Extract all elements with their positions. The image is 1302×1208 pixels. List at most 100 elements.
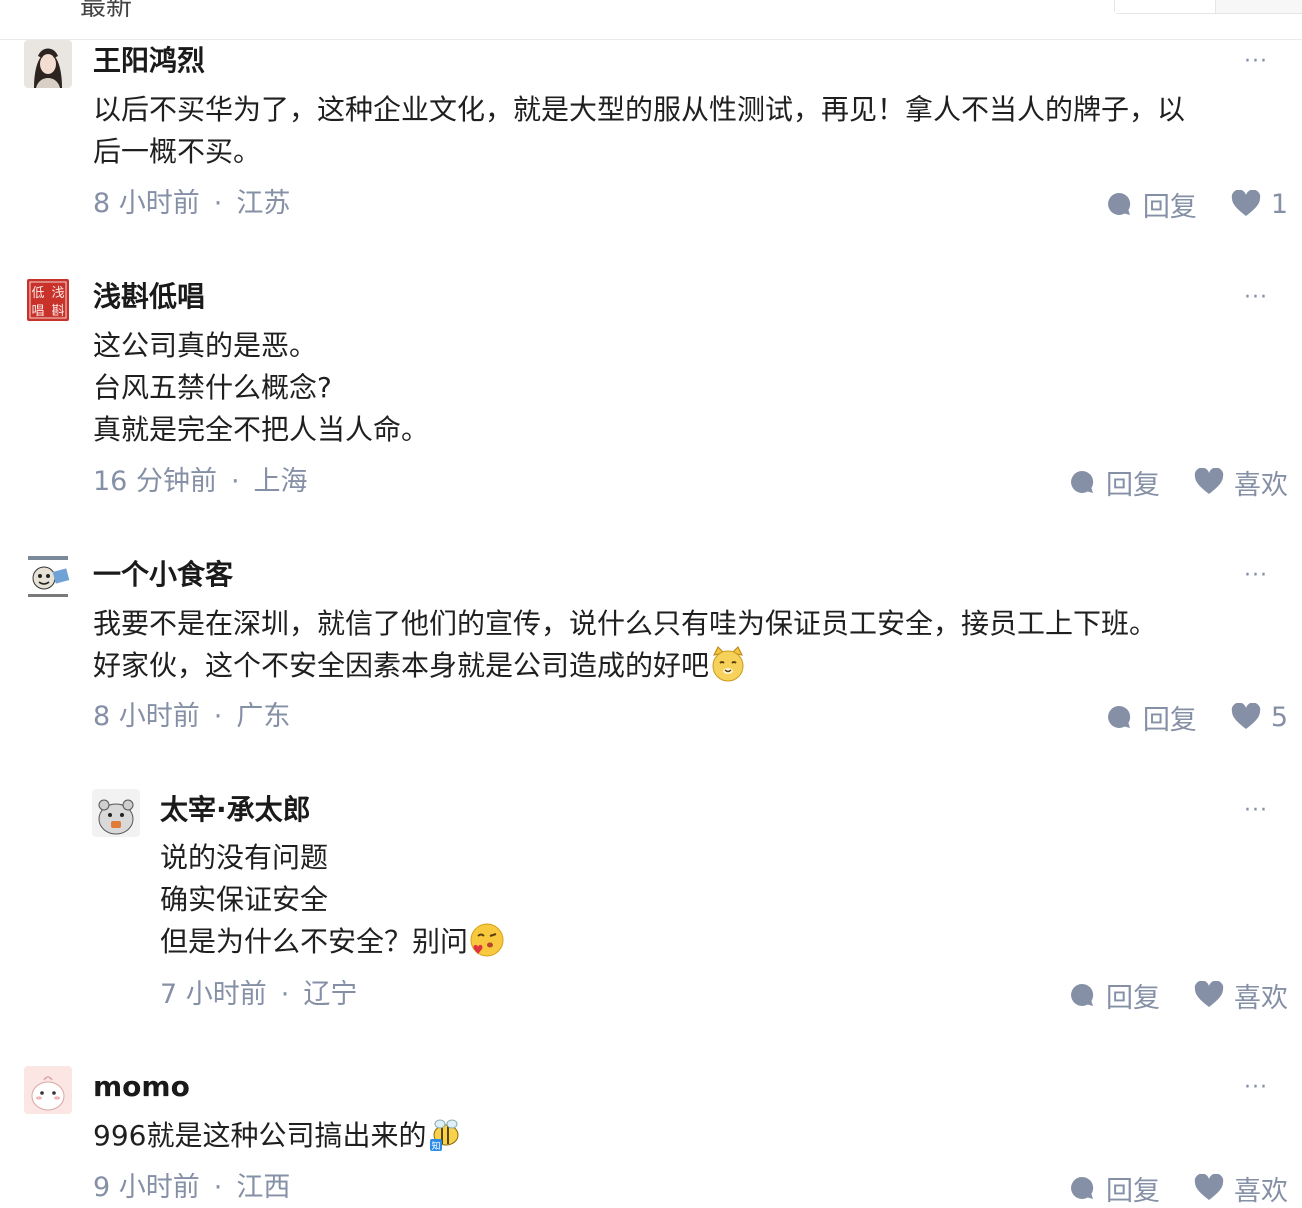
speech-bubble-icon [1071,1176,1094,1199]
like-button[interactable]: 1 [1231,189,1288,220]
like-button[interactable]: 喜欢 [1194,463,1288,502]
heart-icon [1194,1174,1224,1200]
username[interactable]: 太宰·承太郎 [160,792,311,828]
reply-button[interactable]: 回复 [1068,463,1160,502]
cat-emoji-icon [712,646,744,682]
comment-item: 王阳鸿烈 ··· 以后不买华为了，这种企业文化，就是大型的服从性测试，再见！拿人… [0,40,1302,240]
location: 江苏 [236,188,291,219]
avatar[interactable] [24,1066,72,1114]
reply-label: 回复 [1106,469,1160,501]
more-options-icon[interactable]: ··· [1244,287,1268,309]
comment-line: 台风五禁什么概念? [93,371,332,404]
comment-actions: 回复 喜欢 [1068,463,1288,502]
comment-line-text: 好家伙，这个不安全因素本身就是公司造成的好吧 [93,649,710,682]
location: 辽宁 [303,979,358,1010]
comment-line: 但是为什么不安全？别问 [160,921,506,963]
comment-line-text: 996就是这种公司搞出来的 [93,1119,427,1152]
username[interactable]: momo [93,1069,190,1105]
timestamp: 7 小时前 [160,979,267,1010]
timestamp: 8 小时前 [93,701,200,732]
comment-item: 低 浅 唱 斟 浅斟低唱 ··· 这公司真的是恶。 台风五禁什么概念? 真就是完… [0,276,1302,506]
comment-line-text: 但是为什么不安全？别问 [160,925,469,958]
like-button[interactable]: 喜欢 [1194,976,1288,1015]
sort-tab-fragment[interactable]: 最新 [80,0,132,23]
stamp-text: 唱 [31,304,44,319]
reply-label: 回复 [1142,704,1197,736]
comment-text: 说的没有问题 确实保证安全 但是为什么不安全？别问 [160,837,506,963]
comment-item: momo ··· 996就是这种公司搞出来的知 9 小时前 · 江西 回复 喜欢 [0,1066,1302,1207]
stamp-text: 低 [31,286,44,301]
comment-meta: 9 小时前 · 江西 [93,1172,291,1203]
stamp-text: 斟 [51,303,64,319]
like-label: 喜欢 [1234,469,1288,501]
speech-bubble-icon [1107,192,1130,215]
avatar[interactable]: 低 浅 唱 斟 [24,276,72,324]
more-options-icon[interactable]: ··· [1244,565,1268,587]
like-button[interactable]: 5 [1231,702,1288,733]
avatar[interactable] [24,40,72,88]
location: 江西 [236,1172,291,1203]
comment-meta: 7 小时前 · 辽宁 [160,979,358,1010]
more-options-icon[interactable]: ··· [1244,51,1268,73]
like-button[interactable]: 喜欢 [1194,1169,1288,1208]
comment-actions: 回复 喜欢 [1068,976,1288,1015]
comment-text: 这公司真的是恶。 台风五禁什么概念? 真就是完全不把人当人命。 [93,325,429,451]
kissing-face-emoji-icon [470,923,504,957]
comment-line: 好家伙，这个不安全因素本身就是公司造成的好吧 [93,645,1157,687]
reply-label: 回复 [1142,191,1197,223]
speech-bubble-icon [1071,470,1094,493]
comment-line: 这公司真的是恶。 [93,329,318,362]
comment-text: 我要不是在深圳，就信了他们的宣传，说什么只有哇为保证员工安全，接员工上下班。 好… [93,603,1157,687]
heart-icon [1231,190,1261,216]
comment-actions: 回复 5 [1105,698,1288,737]
comment-actions: 回复 喜欢 [1068,1169,1288,1208]
location: 上海 [253,466,308,497]
comment-actions: 回复 1 [1105,185,1288,224]
reply-button[interactable]: 回复 [1105,698,1197,737]
more-options-icon[interactable]: ··· [1244,800,1268,822]
heart-icon [1194,981,1224,1007]
stamp-text: 浅 [51,286,64,301]
like-label: 喜欢 [1234,982,1288,1014]
reply-button[interactable]: 回复 [1105,185,1197,224]
comment-line: 真就是完全不把人当人命。 [93,413,430,446]
username[interactable]: 浅斟低唱 [93,279,205,315]
svg-text:知: 知 [432,1140,441,1152]
comment-meta: 8 小时前 · 江苏 [93,188,291,219]
heart-icon [1231,703,1261,729]
avatar[interactable] [24,554,72,602]
comment-line: 确实保证安全 [160,883,329,916]
comment-line: 我要不是在深圳，就信了他们的宣传，说什么只有哇为保证员工安全，接员工上下班。 [93,607,1158,640]
timestamp: 9 小时前 [93,1172,200,1203]
reply-item: 太宰·承太郎 ··· 说的没有问题 确实保证安全 但是为什么不安全？别问 7 小… [0,789,1302,1014]
timestamp: 8 小时前 [93,188,200,219]
comment-item: 一个小食客 ··· 我要不是在深圳，就信了他们的宣传，说什么只有哇为保证员工安全… [0,554,1302,744]
like-count: 1 [1270,188,1288,220]
reply-button[interactable]: 回复 [1068,976,1160,1015]
comment-line: 996就是这种公司搞出来的知 [93,1115,464,1157]
username[interactable]: 一个小食客 [93,557,233,593]
comment-line: 说的没有问题 [160,841,329,874]
segmented-control[interactable] [1114,0,1302,14]
comment-text: 以后不买华为了，这种企业文化，就是大型的服从性测试，再见！拿人不当人的牌子，以 … [93,89,1185,173]
username[interactable]: 王阳鸿烈 [93,43,205,79]
comment-line: 后一概不买。 [93,135,262,168]
comment-meta: 16 分钟前 · 上海 [93,466,308,497]
reply-button[interactable]: 回复 [1068,1169,1160,1208]
timestamp: 16 分钟前 [93,466,217,497]
like-count: 5 [1270,701,1288,733]
comment-meta: 8 小时前 · 广东 [93,701,291,732]
top-bar: 最新 [0,0,1302,40]
bee-sticker-emoji-icon: 知 [430,1119,459,1152]
reply-label: 回复 [1106,982,1160,1014]
speech-bubble-icon [1071,983,1094,1006]
comment-line: 以后不买华为了，这种企业文化，就是大型的服从性测试，再见！拿人不当人的牌子，以 [93,93,1186,126]
speech-bubble-icon [1107,705,1130,728]
avatar[interactable] [92,789,140,837]
more-options-icon[interactable]: ··· [1244,1077,1268,1099]
location: 广东 [236,701,291,732]
like-label: 喜欢 [1234,1175,1288,1207]
comment-text: 996就是这种公司搞出来的知 [93,1115,464,1157]
reply-label: 回复 [1106,1175,1160,1207]
heart-icon [1194,468,1224,494]
